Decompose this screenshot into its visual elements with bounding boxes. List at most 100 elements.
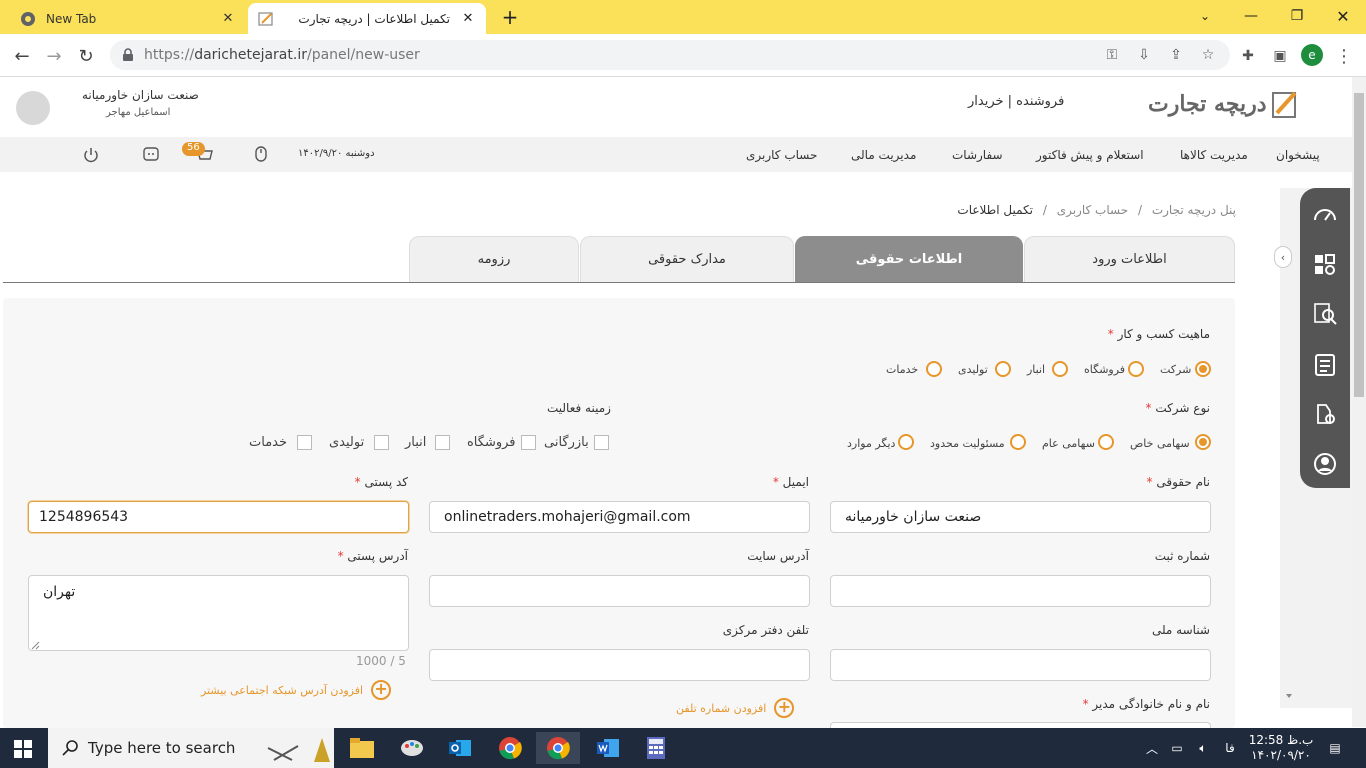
- radio-services[interactable]: [926, 361, 942, 377]
- label-text: ماهیت کسب و کار: [1117, 327, 1210, 341]
- menu-item-inquiry[interactable]: استعلام و پیش فاکتور: [1036, 148, 1144, 162]
- close-window-button[interactable]: ✕: [1320, 0, 1366, 32]
- office-phone-field[interactable]: [429, 649, 810, 681]
- postal-address-label: آدرس پستی *: [338, 549, 408, 563]
- postal-address-textarea[interactable]: تهران: [28, 575, 409, 651]
- install-app-icon[interactable]: ⇩: [1134, 45, 1154, 65]
- clipboard-icon[interactable]: [1312, 351, 1338, 377]
- radio-store[interactable]: [1128, 361, 1144, 377]
- label-text: آدرس پستی: [347, 549, 408, 563]
- product-settings-icon[interactable]: [1312, 252, 1338, 278]
- calculator-icon[interactable]: [634, 732, 678, 764]
- file-explorer-icon[interactable]: [340, 732, 384, 764]
- radio-other[interactable]: [898, 434, 914, 450]
- new-tab-button[interactable]: +: [498, 5, 522, 29]
- back-arrow-icon[interactable]: ←: [8, 42, 36, 70]
- required-mark: *: [772, 475, 779, 489]
- radio-public-joint-stock[interactable]: [1098, 434, 1114, 450]
- user-avatar[interactable]: [16, 91, 50, 125]
- checkbox-services[interactable]: [297, 435, 312, 450]
- messages-icon[interactable]: [142, 146, 160, 162]
- close-tab-icon[interactable]: ✕: [220, 11, 236, 26]
- minimize-button[interactable]: —: [1228, 0, 1274, 32]
- email-field[interactable]: onlinetraders.mohajeri@gmail.com: [429, 501, 810, 533]
- form-scrollbar[interactable]: [1283, 246, 1295, 728]
- menu-item-products[interactable]: مدیریت کالاها: [1180, 148, 1248, 162]
- breadcrumb-home[interactable]: پنل دریچه تجارت: [1152, 203, 1236, 217]
- paint-app-icon[interactable]: [390, 732, 434, 764]
- radio-manufacturing[interactable]: [995, 361, 1011, 377]
- add-phone-button[interactable]: + افزودن شماره تلفن: [676, 698, 795, 718]
- volume-icon[interactable]: 🔈︎: [1192, 728, 1214, 768]
- tab-login-info[interactable]: اطلاعات ورود: [1024, 236, 1235, 282]
- reload-icon[interactable]: ↻: [72, 42, 100, 70]
- checkbox-store[interactable]: [521, 435, 536, 450]
- checkbox-commerce[interactable]: [594, 435, 609, 450]
- finance-settings-icon[interactable]: [1312, 401, 1338, 427]
- radio-company[interactable]: [1195, 361, 1211, 377]
- national-id-field[interactable]: [830, 649, 1211, 681]
- power-icon[interactable]: [82, 146, 100, 164]
- checkbox-warehouse[interactable]: [435, 435, 450, 450]
- inquiry-search-icon[interactable]: [1312, 301, 1338, 327]
- network-icon[interactable]: ▭: [1166, 728, 1188, 768]
- more-menu-icon[interactable]: ⋮: [1334, 46, 1354, 67]
- checkbox-label: فروشگاه: [467, 435, 516, 450]
- registration-number-field[interactable]: [830, 575, 1211, 607]
- radio-private-joint-stock[interactable]: [1195, 434, 1211, 450]
- browser-tab-new-tab[interactable]: New Tab ✕: [10, 3, 246, 34]
- user-account-icon[interactable]: [1312, 451, 1338, 477]
- key-icon[interactable]: ⚿: [1102, 45, 1122, 65]
- required-mark: *: [337, 549, 344, 563]
- language-indicator[interactable]: فا: [1220, 728, 1240, 768]
- label-text: نام و نام خانوادگی مدیر: [1092, 697, 1210, 711]
- browser-tab-active[interactable]: تکمیل اطلاعات | دریچه تجارت ✕: [248, 3, 486, 34]
- breadcrumb-account[interactable]: حساب کاربری: [1057, 203, 1128, 217]
- chrome-active-app-icon[interactable]: [536, 732, 580, 764]
- tab-legal-info[interactable]: اطلاعات حقوقی: [795, 236, 1023, 282]
- close-tab-icon[interactable]: ✕: [460, 11, 476, 26]
- radio-warehouse[interactable]: [1052, 361, 1068, 377]
- notification-center-icon[interactable]: ▤: [1322, 728, 1348, 768]
- checkbox-manufacturing[interactable]: [374, 435, 389, 450]
- windows-start-icon[interactable]: [14, 740, 32, 758]
- restore-button[interactable]: ❐: [1274, 0, 1320, 32]
- menu-item-account[interactable]: حساب کاربری: [746, 148, 817, 162]
- word-icon[interactable]: [586, 732, 630, 764]
- share-icon[interactable]: ⇪: [1166, 45, 1186, 65]
- postal-code-field[interactable]: 1254896543: [28, 501, 409, 533]
- site-logo[interactable]: دریچه تجارت: [1148, 89, 1299, 119]
- side-panel-icon[interactable]: ▣: [1270, 46, 1290, 66]
- menu-item-finance[interactable]: مدیریت مالی: [851, 148, 916, 162]
- extensions-puzzle-icon[interactable]: ✚: [1238, 46, 1258, 66]
- mouse-icon[interactable]: [254, 145, 268, 163]
- website-field[interactable]: [429, 575, 810, 607]
- add-social-link-button[interactable]: + افزودن آدرس شبکه اجتماعی بیشتر: [201, 680, 392, 700]
- url-domain: darichetejarat.ir: [194, 47, 307, 63]
- forward-arrow-icon[interactable]: →: [40, 42, 68, 70]
- page-scrollbar[interactable]: [1352, 77, 1366, 727]
- speedometer-icon[interactable]: [1312, 202, 1338, 228]
- taskbar-search[interactable]: Type here to search: [48, 728, 334, 768]
- clock-date: ۱۴۰۲/۰۹/۲۰: [1251, 748, 1311, 762]
- chrome-app-icon[interactable]: [488, 732, 532, 764]
- url-bar[interactable]: https://darichetejarat.ir/panel/new-user…: [110, 40, 1230, 70]
- role-switch[interactable]: فروشنده | خریدار: [968, 94, 1064, 109]
- chevron-up-icon[interactable]: ︿: [1142, 728, 1162, 768]
- outlook-icon[interactable]: [438, 732, 482, 764]
- profile-avatar[interactable]: e: [1301, 44, 1323, 66]
- scrollbar-thumb[interactable]: [1354, 93, 1364, 397]
- radio-limited-liability[interactable]: [1010, 434, 1026, 450]
- tab-search-icon[interactable]: ⌄: [1182, 0, 1228, 32]
- bookmark-star-icon[interactable]: ☆: [1198, 45, 1218, 65]
- clock-time: 12:58 ب.ظ: [1248, 733, 1314, 747]
- clock[interactable]: 12:58 ب.ظ ۱۴۰۲/۰۹/۲۰: [1246, 728, 1316, 768]
- radio-label: مسئولیت محدود: [930, 437, 1005, 450]
- menu-item-orders[interactable]: سفارشات: [952, 148, 1003, 162]
- tab-resume[interactable]: رزومه: [409, 236, 579, 282]
- tab-legal-documents[interactable]: مدارک حقوقی: [580, 236, 794, 282]
- legal-name-field[interactable]: صنعت سازان خاورمیانه: [830, 501, 1211, 533]
- resize-handle-icon[interactable]: [30, 640, 40, 650]
- checkbox-label: خدمات: [249, 435, 288, 450]
- menu-item-dashboard[interactable]: پیشخوان: [1276, 148, 1320, 162]
